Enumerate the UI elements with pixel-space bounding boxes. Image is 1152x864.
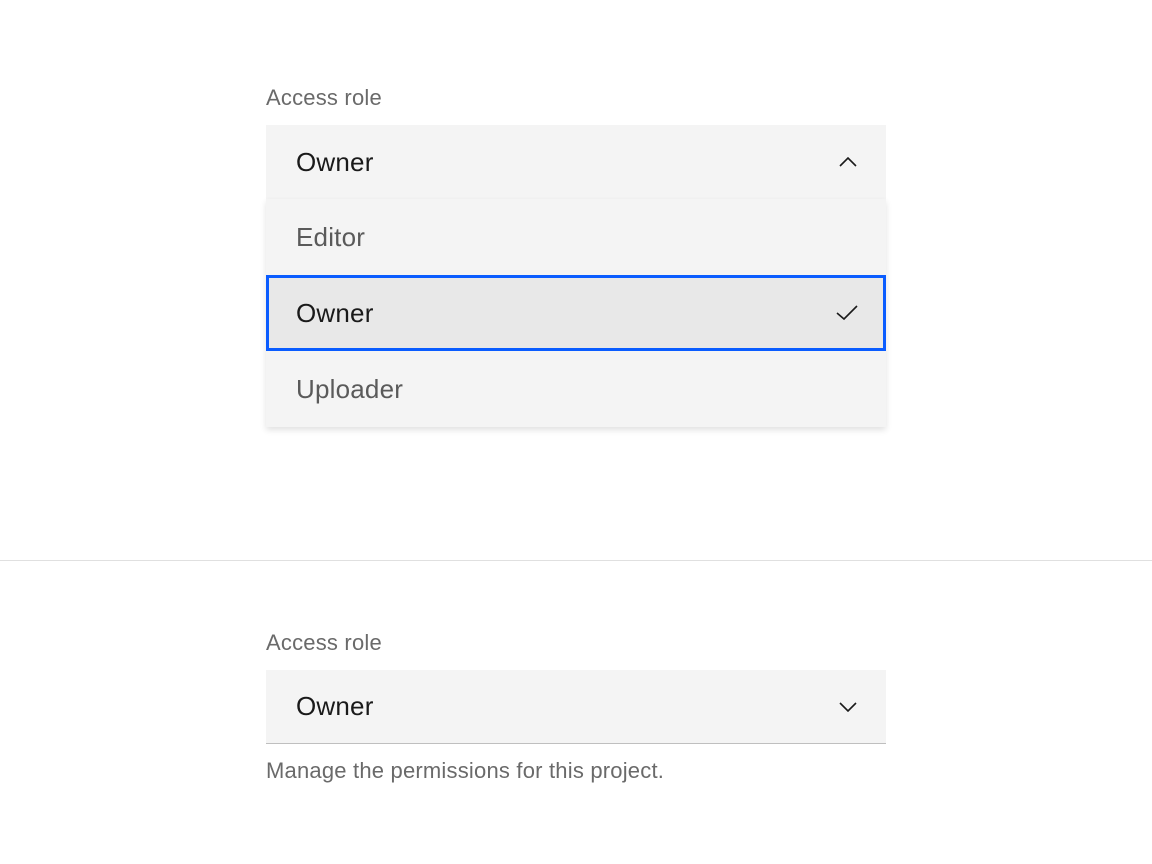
field-label: Access role <box>266 85 886 111</box>
dropdown-option-editor[interactable]: Editor <box>266 199 886 275</box>
dropdown-selected-value: Owner <box>296 691 374 722</box>
access-role-section-collapsed: Access role Owner Manage the permissions… <box>0 630 1152 784</box>
option-label: Editor <box>296 222 365 253</box>
field-label: Access role <box>266 630 886 656</box>
dropdown-option-owner[interactable]: Owner <box>266 275 886 351</box>
dropdown-options-list: Editor Owner Uploader <box>266 199 886 427</box>
check-icon <box>836 302 858 324</box>
horizontal-divider <box>0 560 1152 561</box>
access-role-dropdown-button[interactable]: Owner <box>266 125 886 199</box>
dropdown-container: Access role Owner Editor Owner Uploader <box>266 85 886 427</box>
chevron-down-icon <box>838 697 858 717</box>
helper-text: Manage the permissions for this project. <box>266 758 886 784</box>
option-label: Owner <box>296 298 374 329</box>
chevron-up-icon <box>838 152 858 172</box>
access-role-dropdown-button[interactable]: Owner <box>266 670 886 744</box>
dropdown-container: Access role Owner Manage the permissions… <box>266 630 886 784</box>
dropdown-option-uploader[interactable]: Uploader <box>266 351 886 427</box>
dropdown-selected-value: Owner <box>296 147 374 178</box>
access-role-section-expanded: Access role Owner Editor Owner Uploader <box>0 85 1152 427</box>
option-label: Uploader <box>296 374 403 405</box>
